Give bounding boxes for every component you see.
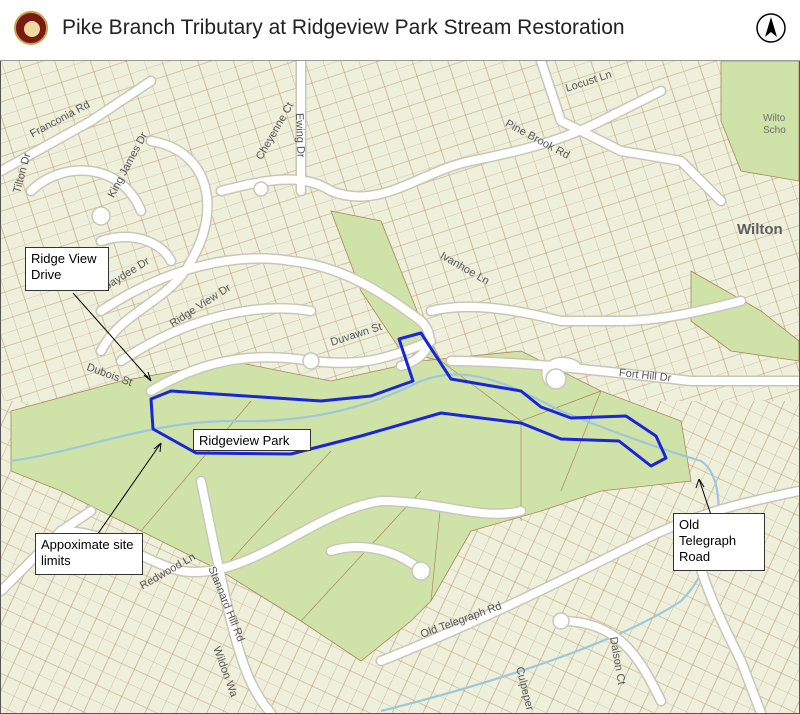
north-arrow-icon: [756, 13, 786, 43]
callout-site-limits: Appoximate site limits: [35, 533, 143, 575]
county-seal-icon: [14, 11, 48, 45]
map-svg: [1, 61, 799, 713]
callout-ridge-view-drive: Ridge View Drive: [25, 247, 109, 291]
title-bar: Pike Branch Tributary at Ridgeview Park …: [0, 0, 800, 61]
map-canvas[interactable]: Franconia Rd King James Dr Cheyenne Ct E…: [1, 61, 799, 713]
road-label-ewing: Ewing Dr: [293, 112, 307, 158]
callout-old-telegraph-road: Old Telegraph Road: [673, 513, 765, 571]
place-label-school-b: Scho: [763, 125, 786, 136]
place-label-wilton: Wilton: [737, 221, 783, 238]
map-title: Pike Branch Tributary at Ridgeview Park …: [62, 16, 625, 39]
place-label-school-a: Wilto: [763, 113, 786, 124]
callout-ridgeview-park: Ridgeview Park: [193, 429, 311, 451]
